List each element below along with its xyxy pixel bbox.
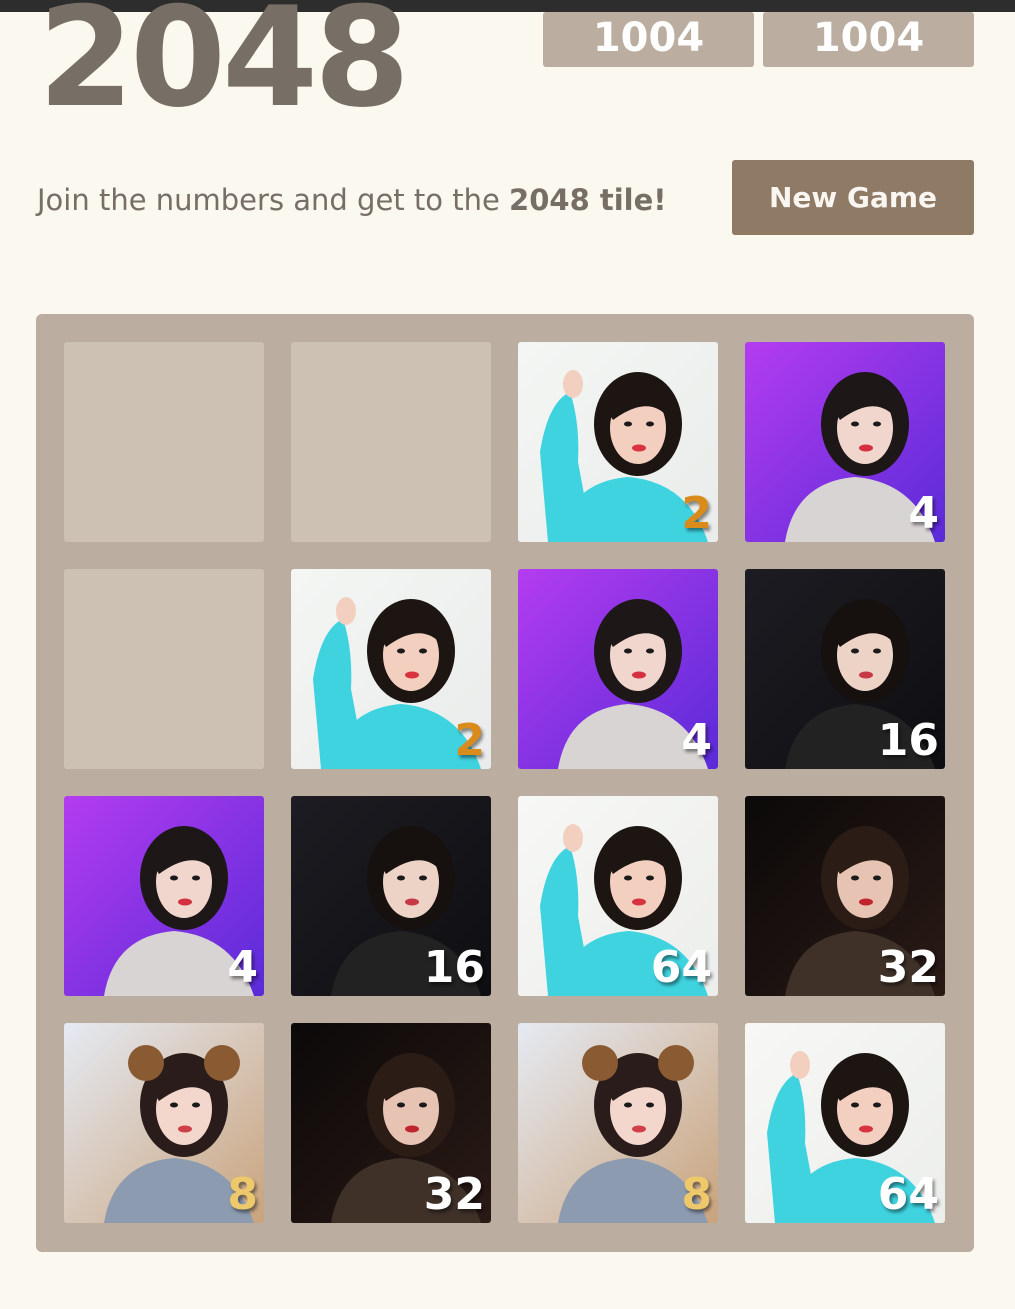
tile-value: 4: [908, 488, 939, 539]
tile-64: 64: [518, 796, 718, 996]
tile-4: 4: [745, 342, 945, 542]
tile-16: 16: [291, 796, 491, 996]
game-board[interactable]: 2 4 2 4 16 4 16 64 32 8 32 8 64: [36, 314, 974, 1252]
tile-value: 8: [227, 1169, 258, 1220]
tile-16: 16: [745, 569, 945, 769]
game-title: 2048: [38, 0, 410, 138]
tile-4: 4: [64, 796, 264, 996]
intro-text: Join the numbers and get to the: [37, 183, 510, 217]
tile-value: 32: [423, 1169, 485, 1220]
tile-value: 4: [681, 715, 712, 766]
score-display: 1004: [543, 12, 754, 67]
tile-value: 8: [681, 1169, 712, 1220]
tile-4: 4: [518, 569, 718, 769]
tile-value: 16: [423, 942, 485, 993]
tile-32: 32: [745, 796, 945, 996]
tile-value: 32: [877, 942, 939, 993]
new-game-button[interactable]: New Game: [732, 160, 974, 235]
empty-cell: [64, 342, 264, 542]
tile-32: 32: [291, 1023, 491, 1223]
tile-8: 8: [518, 1023, 718, 1223]
game-intro: Join the numbers and get to the 2048 til…: [37, 180, 666, 220]
tile-value: 4: [227, 942, 258, 993]
tile-value: 16: [877, 715, 939, 766]
tile-8: 8: [64, 1023, 264, 1223]
tile-value: 64: [650, 942, 712, 993]
empty-cell: [64, 569, 264, 769]
tile-64: 64: [745, 1023, 945, 1223]
best-score-display: 1004: [763, 12, 974, 67]
tile-2: 2: [518, 342, 718, 542]
tile-value: 2: [454, 715, 485, 766]
tile-value: 2: [681, 488, 712, 539]
empty-cell: [291, 342, 491, 542]
tile-2: 2: [291, 569, 491, 769]
tile-value: 64: [877, 1169, 939, 1220]
intro-highlight: 2048 tile!: [509, 183, 667, 217]
